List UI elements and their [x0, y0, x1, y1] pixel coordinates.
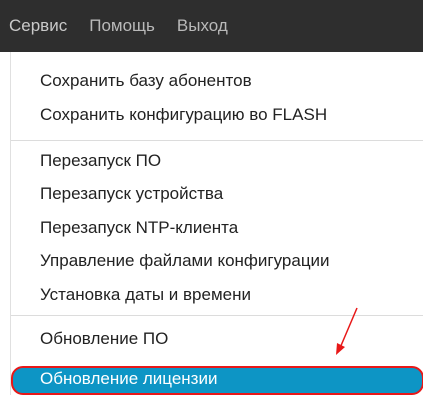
red-arrow-icon [336, 307, 358, 355]
